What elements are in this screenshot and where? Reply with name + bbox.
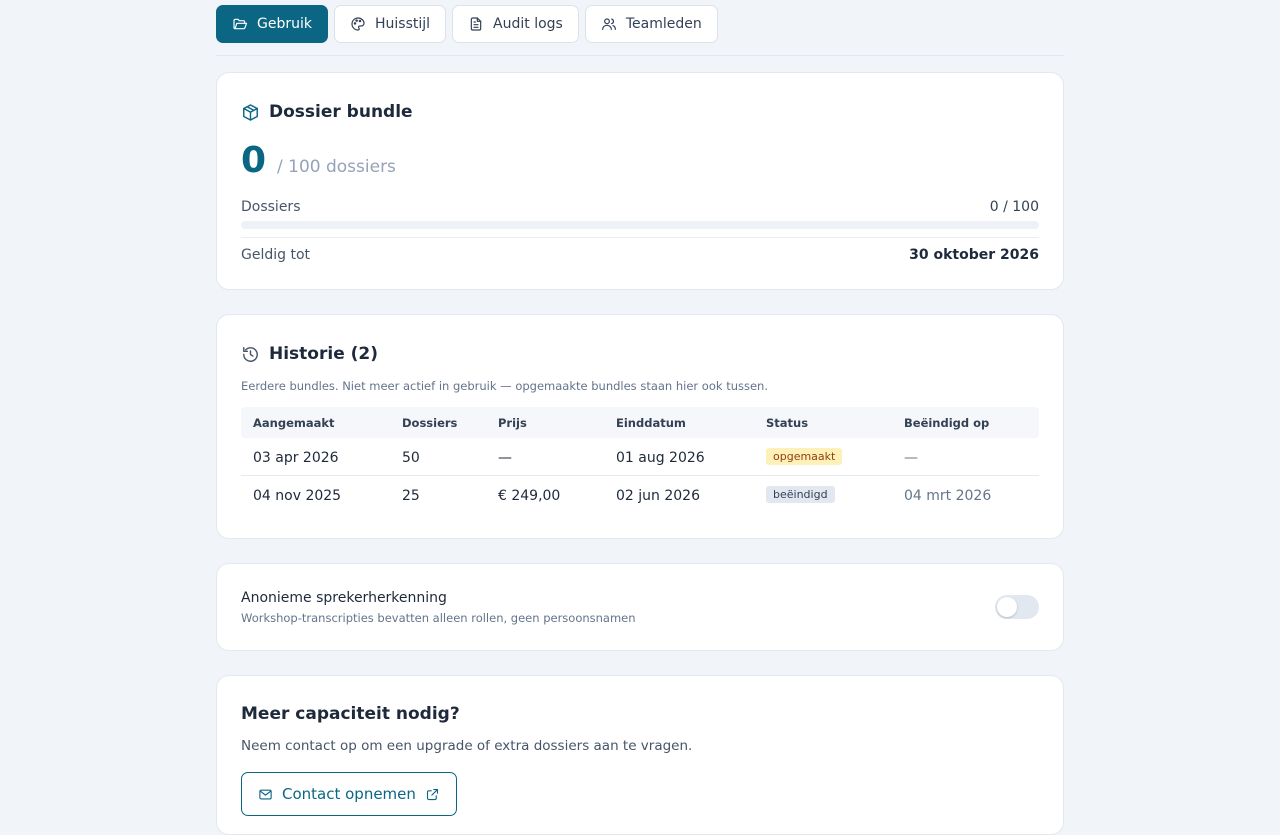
package-icon [243, 103, 258, 121]
tab-audit-logs[interactable]: Audit logs [452, 5, 579, 43]
column-header: Prijs [498, 416, 527, 430]
history-card: Historie (2) Eerdere bundles. Niet meer … [216, 314, 1064, 539]
bundle-card: Dossier bundle 0 / 100 dossiers Dossiers… [216, 72, 1064, 290]
capacity-title: Meer capaciteit nodig? [241, 704, 460, 724]
dossiers-progress-bar [241, 221, 1039, 229]
dossiers-value: 0 / 100 [989, 199, 1039, 215]
tab-gebruik[interactable]: Gebruik [216, 5, 328, 43]
history-title: Historie (2) [269, 344, 379, 364]
history-table: Aangemaakt Dossiers Prijs Einddatum Stat… [241, 407, 1039, 514]
tab-bar: Gebruik Huisstijl Audit logs Teamleden [216, 5, 718, 43]
dossiers-total-label: / 100 dossiers [277, 157, 396, 177]
table-row: 04 nov 2025 25 € 249,00 02 jun 2026 beëi… [241, 476, 1039, 514]
history-header: Historie (2) [241, 344, 378, 364]
anon-speaker-title: Anonieme sprekerherkenning [241, 590, 447, 606]
status-badge: opgemaakt [766, 448, 843, 465]
users-icon [601, 18, 616, 30]
tab-teamleden[interactable]: Teamleden [584, 5, 718, 43]
history-icon [243, 346, 258, 362]
tab-label: Audit logs [493, 16, 563, 32]
cell-price: € 249,00 [498, 488, 561, 504]
tab-huisstijl[interactable]: Huisstijl [333, 5, 447, 43]
dossiers-used-count: 0 [241, 140, 267, 181]
external-link-icon [426, 788, 438, 800]
cell-ended-on: 04 mrt 2026 [904, 488, 992, 504]
history-description: Eerdere bundles. Niet meer actief in geb… [241, 379, 768, 393]
cell-price: — [498, 450, 512, 466]
anon-speaker-card: Anonieme sprekerherkenning Workshop-tran… [216, 563, 1064, 651]
bundle-header: Dossier bundle [241, 102, 413, 122]
capacity-card: Meer capaciteit nodig? Neem contact op o… [216, 675, 1064, 835]
cell-dossiers: 50 [402, 450, 420, 466]
cell-dossiers: 25 [402, 488, 420, 504]
tab-label: Teamleden [625, 16, 702, 32]
column-header: Beëindigd op [904, 416, 990, 430]
tab-label: Gebruik [257, 16, 312, 32]
divider [241, 237, 1039, 238]
contact-button-label: Contact opnemen [282, 785, 416, 803]
anon-speaker-description: Workshop-transcripties bevatten alleen r… [241, 611, 636, 625]
valid-until-value: 30 oktober 2026 [909, 247, 1039, 263]
cell-end-date: 01 aug 2026 [616, 450, 705, 466]
table-header: Aangemaakt Dossiers Prijs Einddatum Stat… [241, 407, 1039, 438]
anon-speaker-toggle[interactable] [995, 595, 1039, 619]
column-header: Einddatum [616, 416, 686, 430]
valid-until-label: Geldig tot [241, 247, 311, 263]
folder-open-icon [233, 18, 248, 30]
status-badge: beëindigd [766, 486, 835, 503]
column-header: Status [766, 416, 809, 430]
mail-icon [259, 789, 272, 799]
tab-label: Huisstijl [374, 16, 431, 32]
tab-divider [216, 55, 1064, 56]
cell-created: 03 apr 2026 [253, 450, 339, 466]
cell-ended-on: — [904, 450, 918, 466]
cell-created: 04 nov 2025 [253, 488, 342, 504]
file-text-icon [470, 17, 482, 31]
bundle-title: Dossier bundle [269, 102, 413, 122]
column-header: Dossiers [402, 416, 458, 430]
toggle-knob [997, 597, 1017, 617]
cell-end-date: 02 jun 2026 [616, 488, 700, 504]
table-row: 03 apr 2026 50 — 01 aug 2026 opgemaakt — [241, 438, 1039, 476]
column-header: Aangemaakt [253, 416, 335, 430]
dossiers-label: Dossiers [241, 199, 301, 215]
capacity-description: Neem contact op om een upgrade of extra … [241, 738, 693, 754]
contact-button[interactable]: Contact opnemen [241, 772, 457, 816]
palette-icon [351, 17, 365, 31]
